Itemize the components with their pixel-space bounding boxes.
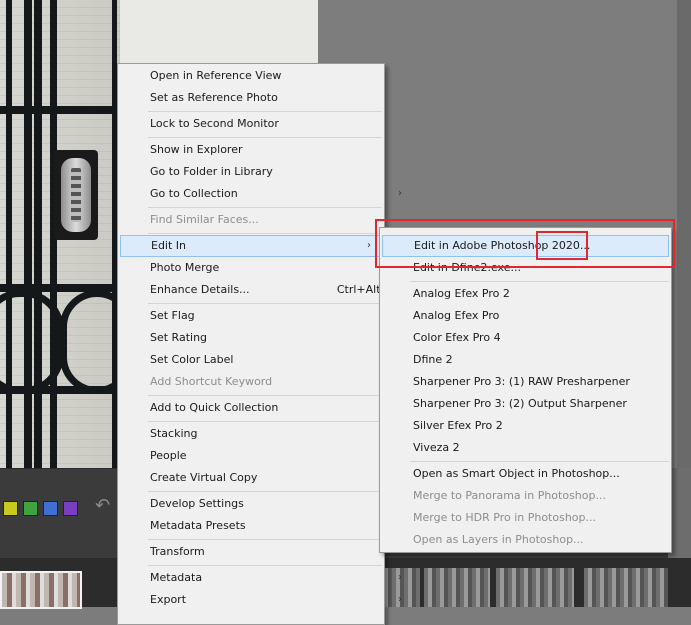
menu-separator [148,303,382,304]
menu-item-lock-to-second-monitor[interactable]: Lock to Second Monitor [120,113,412,135]
submenu-item-sharpener-output-sharpener[interactable]: Sharpener Pro 3: (2) Output Sharpener [382,393,691,415]
menu-separator [148,111,382,112]
menu-item-metadata-presets[interactable]: Metadata Presets› [120,515,412,537]
menu-item-stacking[interactable]: Stacking› [120,423,412,445]
menu-item-photo-merge[interactable]: Photo Merge› [120,257,412,279]
submenu-item-analog-efex-pro[interactable]: Analog Efex Pro [382,305,691,327]
submenu-item-viveza-2[interactable]: Viveza 2 [382,437,691,459]
submenu-item-silver-efex-pro-2[interactable]: Silver Efex Pro 2 [382,415,691,437]
menu-item-export[interactable]: Export › [120,589,412,611]
menu-separator [410,281,669,282]
menu-item-find-similar-faces: Find Similar Faces... [150,213,259,226]
submenu-item-merge-to-hdr-pro: Merge to HDR Pro in Photoshop... [413,511,597,524]
filmstrip-thumbnail[interactable] [584,568,668,607]
menu-separator [148,233,382,234]
photo-sky-area [120,0,318,70]
submenu-item-dfine-2[interactable]: Dfine 2 [382,349,691,371]
color-label-green[interactable] [23,501,38,516]
menu-separator [148,207,382,208]
menu-item-transform[interactable]: Transform› [120,541,412,563]
menu-item-enhance-details[interactable]: Enhance Details... Ctrl+Alt+I [120,279,412,301]
annotation-box-edit-in-photoshop [375,219,675,268]
gate-ornament [0,290,64,394]
menu-item-add-shortcut-keyword: Add Shortcut Keyword [150,375,273,388]
photo-context-menu: Open in Reference View Set as Reference … [117,63,402,625]
menu-separator [148,395,382,396]
menu-separator [148,565,382,566]
menu-item-metadata[interactable]: Metadata › [120,567,412,589]
submenu-arrow-icon: › [398,594,402,605]
menu-item-open-in-reference-view[interactable]: Open in Reference View [120,65,412,87]
rotate-icon[interactable]: ↶ [95,495,117,519]
menu-item-set-as-reference-photo[interactable]: Set as Reference Photo [120,87,412,109]
menu-separator [148,137,382,138]
edit-in-submenu: Edit in Adobe Photoshop 2020... Edit in … [379,227,672,553]
submenu-item-color-efex-pro-4[interactable]: Color Efex Pro 4 [382,327,691,349]
menu-separator [148,539,382,540]
filmstrip-thumbnail[interactable] [496,568,574,607]
menu-item-people[interactable]: People› [120,445,412,467]
menu-separator [148,491,382,492]
gate-bar [24,0,32,468]
gate-bar [34,0,42,468]
submenu-arrow-icon: › [367,240,371,251]
submenu-item-open-as-smart-object[interactable]: Open as Smart Object in Photoshop... [382,463,691,485]
color-label-purple[interactable] [63,501,78,516]
color-label-yellow[interactable] [3,501,18,516]
menu-separator [148,421,382,422]
menu-item-go-to-collection[interactable]: Go to Collection › [120,183,412,205]
submenu-item-open-as-layers: Open as Layers in Photoshop... [413,533,584,546]
filmstrip-thumbnail[interactable] [0,571,82,609]
submenu-arrow-icon: › [398,188,402,199]
menu-item-edit-in[interactable]: Edit In › [120,235,382,257]
submenu-item-analog-efex-pro-2[interactable]: Analog Efex Pro 2 [382,283,691,305]
menu-item-show-in-explorer[interactable]: Show in Explorer [120,139,412,161]
submenu-arrow-icon: › [398,572,402,583]
menu-item-go-to-folder-in-library[interactable]: Go to Folder in Library [120,161,412,183]
menu-item-set-rating[interactable]: Set Rating› [120,327,412,349]
menu-item-create-virtual-copy[interactable]: Create Virtual Copy [120,467,412,489]
menu-item-set-flag[interactable]: Set Flag› [120,305,412,327]
door-keypad-lock [54,150,98,240]
menu-separator [410,461,669,462]
menu-item-add-to-quick-collection[interactable]: Add to Quick Collection [120,397,412,419]
color-label-blue[interactable] [43,501,58,516]
annotation-box-version [536,231,588,260]
menu-item-develop-settings[interactable]: Develop Settings› [120,493,412,515]
submenu-item-sharpener-raw-presharpener[interactable]: Sharpener Pro 3: (1) RAW Presharpener [382,371,691,393]
submenu-item-merge-to-panorama: Merge to Panorama in Photoshop... [413,489,606,502]
filmstrip-thumbnail[interactable] [424,568,490,607]
menu-item-set-color-label[interactable]: Set Color Label› [120,349,412,371]
gate-bar [6,0,12,468]
